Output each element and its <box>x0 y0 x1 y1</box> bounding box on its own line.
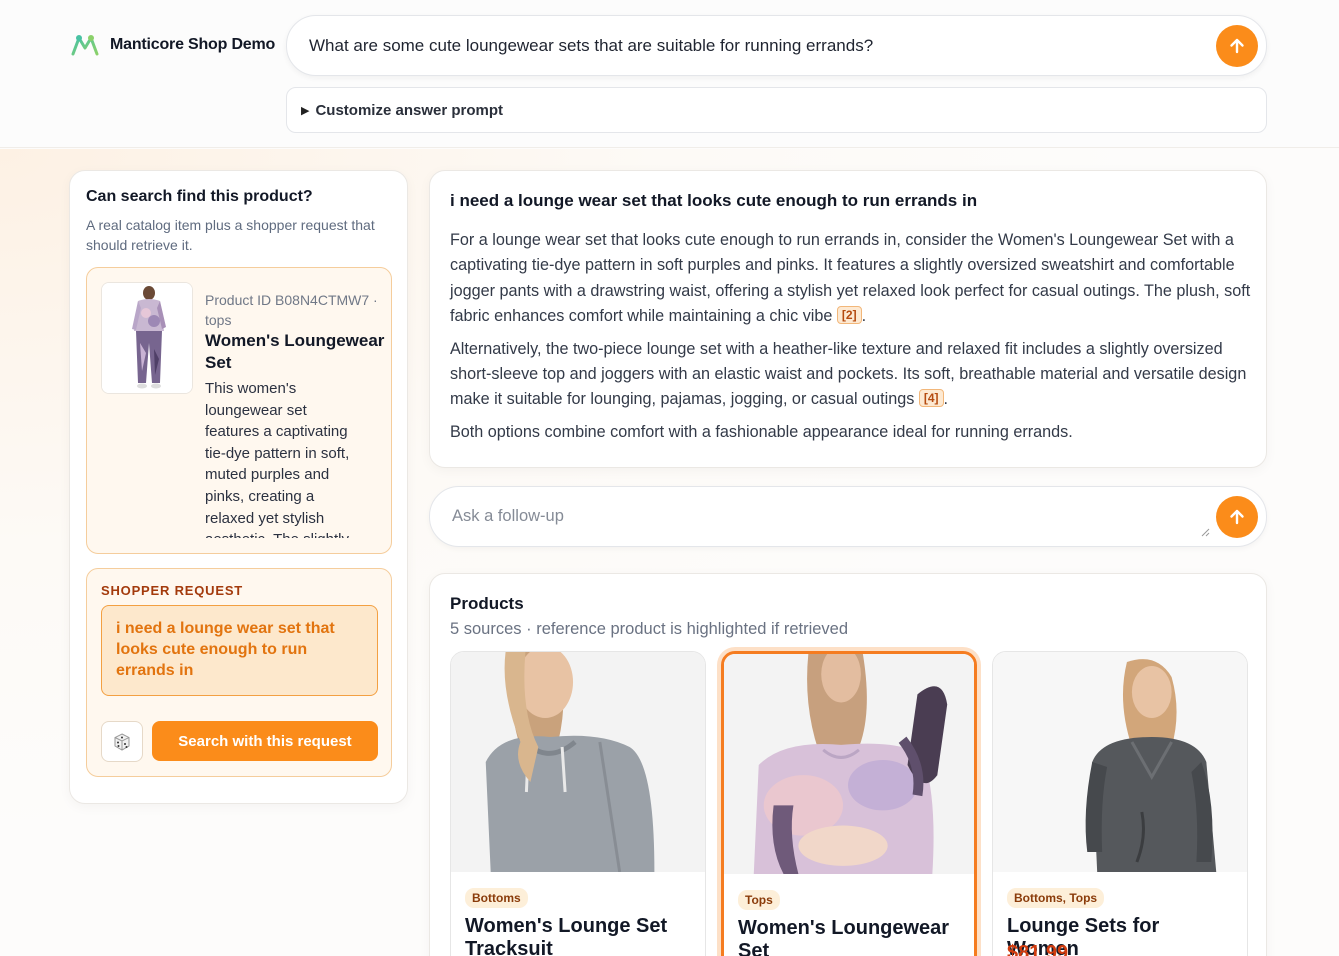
product-card-name: Women's Lounge Set Tracksuit <box>465 915 668 956</box>
shopper-request-label: SHOPPER REQUEST <box>101 583 244 598</box>
search-submit-button[interactable] <box>1216 25 1258 67</box>
product-category-tag: Bottoms, Tops <box>1007 888 1105 908</box>
product-meta: Product ID B08N4CTMW7 · tops <box>205 292 378 328</box>
products-section: Products 5 sources · reference product i… <box>429 573 1267 956</box>
followup-input[interactable]: Ask a follow-up <box>452 507 564 526</box>
app-title: Manticore Shop Demo <box>110 36 276 53</box>
app-logo[interactable]: Manticore Shop Demo <box>70 32 275 58</box>
resize-grip-icon[interactable] <box>1200 527 1210 537</box>
product-category-tag: Tops <box>738 890 780 910</box>
panel-title: Can search find this product? <box>86 188 313 205</box>
reference-product-card: Product ID B08N4CTMW7 · tops Women's Lou… <box>86 267 392 554</box>
products-title: Products <box>450 594 524 613</box>
product-card-name: Women's Loungewear Set <box>738 917 950 956</box>
random-request-button[interactable] <box>101 721 143 762</box>
followup-submit-button[interactable] <box>1216 496 1258 538</box>
manticore-logo-icon <box>71 35 99 56</box>
search-input[interactable]: What are some cute loungewear sets that … <box>309 36 873 56</box>
disclosure-triangle-icon: ▶ <box>301 104 310 117</box>
shopper-request-text[interactable]: i need a lounge wear set that looks cute… <box>101 605 378 696</box>
product-category-tag: Bottoms <box>465 888 528 908</box>
product-card[interactable]: Bottoms Women's Lounge Set Tracksuit <box>450 651 706 956</box>
customize-prompt-label: Customize answer prompt <box>315 101 503 119</box>
top-header: Manticore Shop Demo What are some cute l… <box>0 0 1339 148</box>
product-image <box>993 652 1247 872</box>
product-image <box>451 652 705 872</box>
product-card-highlighted[interactable]: Tops Women's Loungewear Set <box>721 651 977 956</box>
product-thumbnail <box>101 282 193 394</box>
product-card[interactable]: Bottoms, Tops Lounge Sets for Women $81.… <box>992 651 1248 956</box>
citation-badge[interactable]: [2] <box>836 306 862 325</box>
answer-paragraph: Both options combine comfort with a fash… <box>450 422 1073 441</box>
shopper-request-card: SHOPPER REQUEST i need a lounge wear set… <box>86 568 392 777</box>
search-with-request-button[interactable]: Search with this request <box>152 721 378 761</box>
search-bar[interactable]: What are some cute loungewear sets that … <box>286 15 1267 76</box>
panel-subtitle: A real catalog item plus a shopper reque… <box>86 217 375 253</box>
answer-card: i need a lounge wear set that looks cute… <box>429 170 1267 468</box>
product-description: This women's loungewear set features a c… <box>205 380 350 538</box>
evaluation-panel: Can search find this product? A real cat… <box>69 170 408 804</box>
product-name: Women's Loungewear Set <box>205 331 385 372</box>
answer-paragraph: Alternatively, the two-piece lounge set … <box>450 339 1247 409</box>
arrow-up-icon <box>1230 38 1244 54</box>
followup-box[interactable]: Ask a follow-up <box>429 486 1267 547</box>
products-subtitle: 5 sources · reference product is highlig… <box>450 620 849 638</box>
dice-icon <box>114 732 130 751</box>
answer-title: i need a lounge wear set that looks cute… <box>450 191 978 210</box>
answer-paragraph: For a lounge wear set that looks cute en… <box>450 231 1251 326</box>
product-image <box>724 654 974 874</box>
answer-body: For a lounge wear set that looks cute en… <box>450 228 1254 452</box>
arrow-up-icon <box>1230 509 1244 525</box>
customize-prompt-toggle[interactable]: ▶ Customize answer prompt <box>286 87 1267 133</box>
product-price: $81.99 <box>1007 942 1069 956</box>
citation-badge[interactable]: [4] <box>918 389 944 408</box>
